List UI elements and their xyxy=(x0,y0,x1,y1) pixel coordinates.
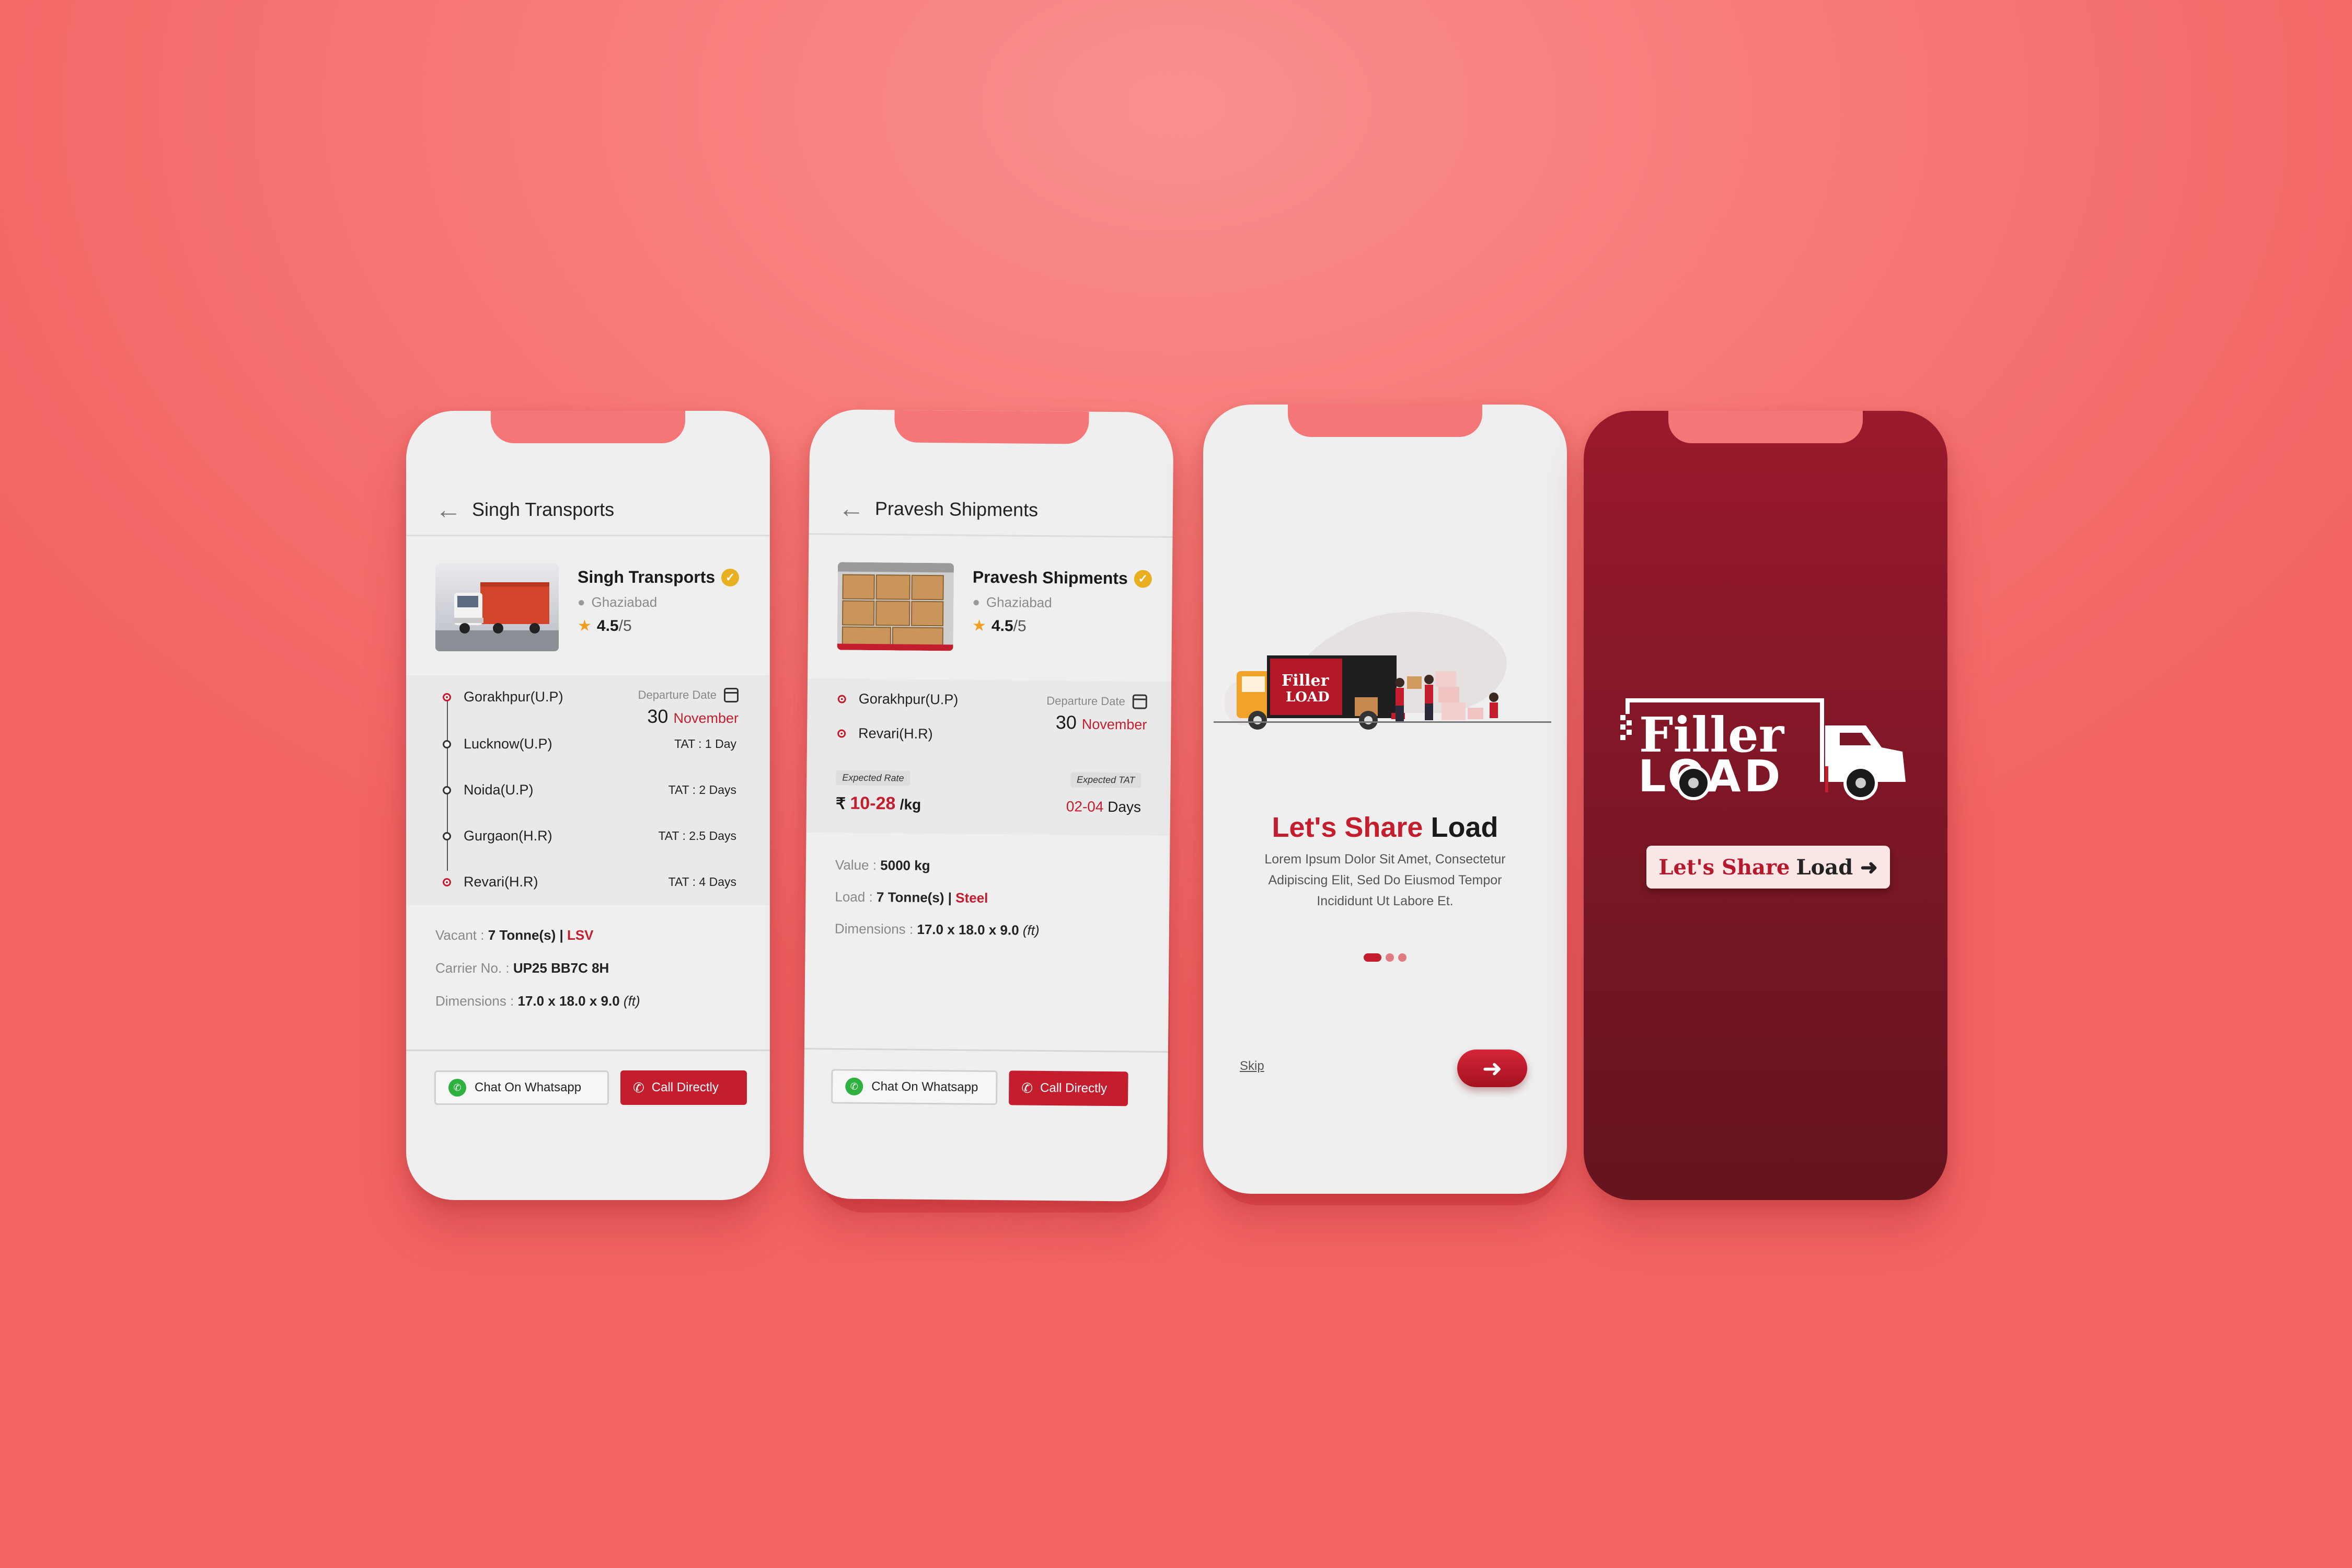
load-specs: Value : 5000 kg Load : 7 Tonne(s) | Stee… xyxy=(835,857,1040,955)
app-header: ← Pravesh Shipments xyxy=(809,482,1173,538)
departure-label: Departure Date xyxy=(1046,694,1125,708)
call-directly-button[interactable]: ✆ Call Directly xyxy=(620,1070,747,1105)
departure-date: Departure Date 30 November xyxy=(1046,694,1147,734)
value-row: Value : 5000 kg xyxy=(835,857,930,874)
next-button[interactable]: ➜ xyxy=(1457,1050,1527,1087)
page-indicator xyxy=(1364,953,1406,962)
phone-notch xyxy=(1288,405,1482,437)
phone-notch xyxy=(894,410,1089,444)
dimensions-row: Dimensions : 17.0 x 18.0 x 9.0 (ft) xyxy=(435,993,640,1009)
destination-stop: Revari(H.R) xyxy=(837,725,933,742)
route-stop: Lucknow(U.P) xyxy=(443,736,552,752)
origin-marker-icon xyxy=(837,694,846,704)
route-stop: Gurgaon(H.R) xyxy=(443,828,552,844)
phone-shipment-details: ← Pravesh Shipments Pravesh Shipments ✓ ●… xyxy=(803,409,1174,1202)
load-specs: Vacant : 7 Tonne(s) | LSV Carrier No. : … xyxy=(435,927,640,1026)
destination-marker-icon xyxy=(837,729,846,738)
load-row: Load : 7 Tonne(s) | Steel xyxy=(835,889,988,906)
expected-tat: 02-04 Days xyxy=(1066,798,1142,815)
phone-notch xyxy=(491,411,685,443)
truck-photo xyxy=(435,563,559,651)
phone-splash: Filler LOAD Let's Share Load ➜ xyxy=(1584,411,1947,1200)
shipper-location: ● Ghaziabad xyxy=(972,594,1052,611)
arrow-right-icon: ➜ xyxy=(1482,1055,1503,1082)
departure-label: Departure Date xyxy=(638,688,717,701)
departure-day: 30 xyxy=(1055,711,1077,733)
truck-logo-text: LOAD xyxy=(1286,689,1330,705)
filler-load-logo: Filler LOAD xyxy=(1620,698,1906,802)
expected-rate-tag: Expected Rate xyxy=(836,770,910,786)
back-arrow-icon[interactable]: ← xyxy=(435,497,462,523)
route-stop: Gorakhpur(U.P) xyxy=(443,689,563,705)
back-arrow-icon[interactable]: ← xyxy=(838,493,864,523)
carrier-profile: Singh Transports ✓ ● Ghaziabad ★ 4.5/5 xyxy=(435,563,740,651)
departure-date: Departure Date 30 November xyxy=(638,688,739,728)
truck-logo-text: Filler xyxy=(1282,672,1330,690)
footer-divider xyxy=(804,1047,1168,1053)
whatsapp-icon: ✆ xyxy=(448,1079,466,1097)
call-directly-button[interactable]: ✆ Call Directly xyxy=(1008,1070,1128,1106)
tat-label: TAT : 2 Days xyxy=(668,783,736,797)
footer-divider xyxy=(406,1050,770,1051)
location-pin-icon: ● xyxy=(972,595,981,609)
logo-word-bottom: LOAD xyxy=(1638,751,1783,802)
carrier-location: ● Ghaziabad xyxy=(578,594,658,610)
stop-marker-icon xyxy=(443,786,451,794)
location-pin-icon: ● xyxy=(578,595,585,609)
phone-transport-details: ← Singh Transports Singh Transports ✓ ● Gh… xyxy=(406,411,770,1200)
lets-share-load-button[interactable]: Let's Share Load ➜ xyxy=(1646,846,1890,889)
route-stop: Revari(H.R) xyxy=(443,874,538,890)
phone-icon: ✆ xyxy=(1021,1080,1033,1096)
stop-marker-icon xyxy=(443,740,451,748)
calendar-icon[interactable] xyxy=(1132,694,1147,709)
onboarding-title: Let's Share Load xyxy=(1272,812,1498,843)
departure-month: November xyxy=(1081,716,1147,733)
origin-stop: Gorakhpur(U.P) xyxy=(837,690,958,708)
carrier-number-row: Carrier No. : UP25 BB7C 8H xyxy=(435,960,609,976)
departure-day: 30 xyxy=(647,706,668,727)
shipper-profile: Pravesh Shipments ✓ ● Ghaziabad ★ 4.5/5 xyxy=(837,562,1152,652)
carrier-name: Singh Transports ✓ xyxy=(578,568,740,587)
phone-onboarding: Filler LOAD Let's Share Load Lorem Ipsum… xyxy=(1203,405,1567,1194)
star-icon: ★ xyxy=(972,617,987,635)
onboarding-description: Lorem Ipsum Dolor Sit Amet, Consectetur … xyxy=(1264,852,1506,908)
tat-label: TAT : 2.5 Days xyxy=(658,829,736,843)
departure-month: November xyxy=(673,710,739,726)
verified-badge-icon: ✓ xyxy=(721,568,740,586)
tat-label: TAT : 1 Day xyxy=(674,737,736,751)
page-dot[interactable] xyxy=(1386,953,1394,962)
phone-notch xyxy=(1668,411,1863,443)
expected-rate: ₹ 10-28 /kg xyxy=(835,793,921,814)
tat-label: TAT : 4 Days xyxy=(668,875,736,889)
star-icon: ★ xyxy=(578,617,592,635)
dimensions-row: Dimensions : 17.0 x 18.0 x 9.0 (ft) xyxy=(834,920,1040,938)
carrier-rating: ★ 4.5/5 xyxy=(578,617,632,635)
shipper-name: Pravesh Shipments ✓ xyxy=(973,568,1152,589)
chat-whatsapp-button[interactable]: ✆ Chat On Whatsapp xyxy=(434,1070,609,1105)
expected-tat-tag: Expected TAT xyxy=(1070,772,1142,788)
header-title: Singh Transports xyxy=(472,498,615,520)
vacant-row: Vacant : 7 Tonne(s) | LSV xyxy=(435,927,594,943)
destination-marker-icon xyxy=(443,878,451,886)
boxes-photo xyxy=(837,562,954,651)
route-stop: Noida(U.P) xyxy=(443,782,534,798)
origin-marker-icon xyxy=(443,693,451,701)
phone-icon: ✆ xyxy=(633,1079,644,1096)
verified-badge-icon: ✓ xyxy=(1134,569,1152,588)
stop-marker-icon xyxy=(443,832,451,840)
shipper-rating: ★ 4.5/5 xyxy=(972,617,1027,635)
whatsapp-icon: ✆ xyxy=(845,1077,863,1096)
delivery-illustration: Filler LOAD xyxy=(1214,612,1551,730)
header-title: Pravesh Shipments xyxy=(874,497,1039,521)
skip-link[interactable]: Skip xyxy=(1240,1059,1264,1074)
page-dot[interactable] xyxy=(1398,953,1406,962)
arrow-right-icon: ➜ xyxy=(1860,855,1878,880)
chat-whatsapp-button[interactable]: ✆ Chat On Whatsapp xyxy=(831,1069,998,1105)
calendar-icon[interactable] xyxy=(724,688,739,702)
page-dot-active[interactable] xyxy=(1364,953,1381,962)
app-header: ← Singh Transports xyxy=(406,484,770,536)
